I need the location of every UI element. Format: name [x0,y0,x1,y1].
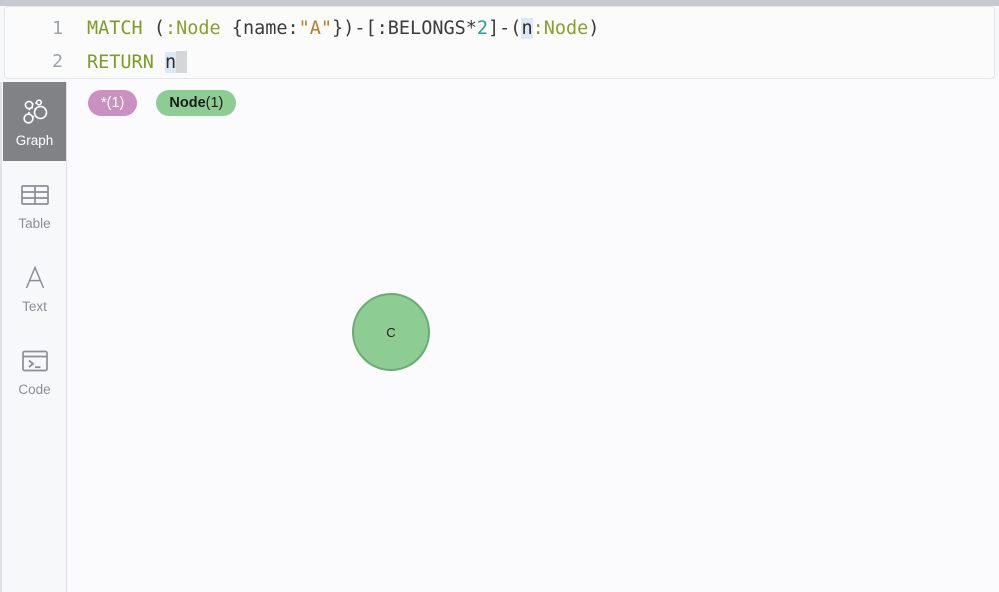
token-keyword-return: RETURN [87,51,165,73]
sidebar-item-code-label: Code [18,382,51,398]
token-punct-colon: : [287,18,299,39]
token-punct-open-brace: { [220,18,243,39]
query-editor[interactable]: 1 MATCH (:Node {name:"A"})-[:BELONGS*2]-… [4,6,995,79]
view-mode-sidebar: Graph Table Text Code [0,82,67,592]
graph-node-c[interactable]: C [352,293,430,371]
line-number-2: 2 [52,51,63,72]
code-line-1-content: MATCH (:Node {name:"A"})-[:BELONGS*2]-(n… [63,18,599,39]
token-keyword-match: MATCH [87,18,154,39]
token-reltype-belongs: :BELONGS [376,18,466,39]
code-icon [20,344,50,378]
code-line-2-content: RETURN n [63,50,188,73]
token-number-hops: 2 [476,18,489,39]
token-punct-open-paren: ( [153,18,165,39]
sidebar-item-graph[interactable]: Graph [3,82,66,161]
text-cursor [176,50,188,73]
sidebar-item-text[interactable]: Text [3,248,66,327]
token-label-node-n: :Node [532,18,589,39]
line-number-1: 1 [52,18,63,39]
graph-canvas[interactable]: C [67,79,999,592]
graph-visualization-pane[interactable]: * (1) Node (1) C [67,79,999,592]
graph-icon [20,95,50,129]
token-punct-close-rel-open: })-[ [332,18,377,39]
editor-line-2: 2 RETURN n [5,45,994,78]
token-punct-star: * [465,18,477,39]
token-variable-n-line2: n [164,51,177,73]
sidebar-item-code[interactable]: Code [3,331,66,410]
token-string-a: "A" [298,18,333,39]
token-property-name: name [242,18,288,39]
sidebar-item-table-label: Table [18,216,51,232]
token-label-node-a: :Node [164,18,221,39]
table-icon [20,178,50,212]
text-icon [20,261,50,295]
sidebar-item-graph-label: Graph [15,133,54,149]
sidebar-item-text-label: Text [22,299,47,315]
token-variable-n-line1: n [521,18,533,39]
token-punct-close-rel: ]-( [488,18,522,39]
sidebar-item-table[interactable]: Table [3,165,66,244]
graph-node-caption: C [386,324,396,340]
editor-line-1: 1 MATCH (:Node {name:"A"})-[:BELONGS*2]-… [5,12,994,45]
token-punct-close-paren: ) [588,18,600,39]
neo4j-browser-result-frame: 1 MATCH (:Node {name:"A"})-[:BELONGS*2]-… [0,0,999,592]
